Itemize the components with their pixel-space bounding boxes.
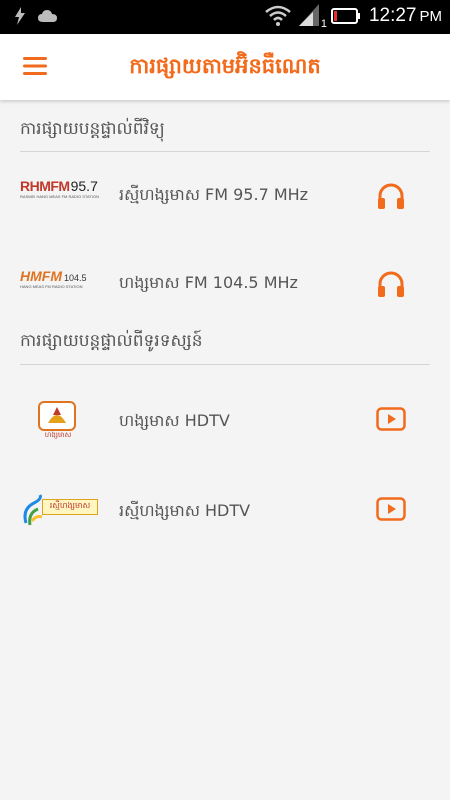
clock-ampm: PM: [419, 8, 443, 25]
hm-tv-logo: ហង្សមាស: [38, 401, 82, 445]
cell-signal: 1: [298, 4, 327, 30]
headphones-icon: [378, 271, 404, 297]
item-label: ហង្សមាស HDTV: [119, 411, 230, 430]
swan-icon: [48, 407, 66, 423]
item-label: ហង្សមាស FM 104.5 MHz: [119, 273, 298, 292]
logo-subtext: HANG MEAS FM RADIO STATION: [20, 284, 83, 289]
play-button[interactable]: [376, 497, 406, 527]
listen-button[interactable]: [376, 181, 406, 211]
signal-icon: [298, 4, 319, 26]
logo-text: RHMFM: [20, 178, 70, 194]
list-item-tv-hm[interactable]: ហង្សមាស ហង្សមាស HDTV: [0, 365, 450, 479]
logo-freq: 95.7: [70, 178, 98, 194]
wifi-icon: [265, 5, 291, 26]
rhm-tv-logo: រស្មីហង្សមាស: [22, 493, 100, 529]
play-button[interactable]: [376, 407, 406, 437]
hm-fm-logo: HMFM 104.5 HANG MEAS FM RADIO STATION: [20, 268, 100, 308]
logo-caption: ហង្សមាស: [44, 431, 72, 439]
logo-freq: 104.5: [64, 273, 87, 283]
battery-icon: [330, 8, 360, 24]
list-item-tv-rhm[interactable]: រស្មីហង្សមាស រស្មីហង្សមាស HDTV: [0, 479, 450, 545]
rhm-fm-logo: RHMFM 95.7 RASMEI HANG MEAS FM RADIO STA…: [20, 178, 100, 218]
clock-time: 12:27: [368, 5, 417, 26]
logo-text: HMFM: [20, 268, 62, 284]
play-icon: [376, 497, 406, 521]
status-bar: 1 12:27 PM: [0, 0, 450, 34]
headphones-icon: [378, 183, 404, 209]
item-label: រស្មីហង្សមាស FM 95.7 MHz: [119, 185, 309, 204]
network-badge: 1: [320, 18, 327, 30]
flash-icon: [15, 7, 25, 25]
listen-button[interactable]: [376, 269, 406, 299]
status-clock: 12:27 PM: [369, 5, 442, 27]
cloud-icon: [38, 10, 57, 22]
content: ការផ្សាយបន្តផ្ទាល់ពីវិទ្យុ RHMFM 95.7 RA…: [0, 100, 450, 545]
item-label: រស្មីហង្សមាស HDTV: [119, 501, 251, 520]
app-bar: ការផ្សាយតាមអ៊ិនធឺណេត: [0, 34, 450, 100]
logo-caption: រស្មីហង្សមាស: [42, 499, 98, 515]
section-header-tv: ការផ្សាយបន្តផ្ទាល់ពីទូរទស្សន៍: [20, 328, 430, 365]
logo-subtext: RASMEI HANG MEAS FM RADIO STATION: [20, 194, 99, 199]
page-title: ការផ្សាយតាមអ៊ិនធឺណេត: [129, 54, 321, 78]
list-item-radio-rhm[interactable]: RHMFM 95.7 RASMEI HANG MEAS FM RADIO STA…: [0, 152, 450, 240]
section-header-radio: ការផ្សាយបន្តផ្ទាល់ពីវិទ្យុ: [20, 100, 430, 152]
play-icon: [376, 407, 406, 431]
list-item-radio-hm[interactable]: HMFM 104.5 HANG MEAS FM RADIO STATION ហង…: [0, 240, 450, 328]
